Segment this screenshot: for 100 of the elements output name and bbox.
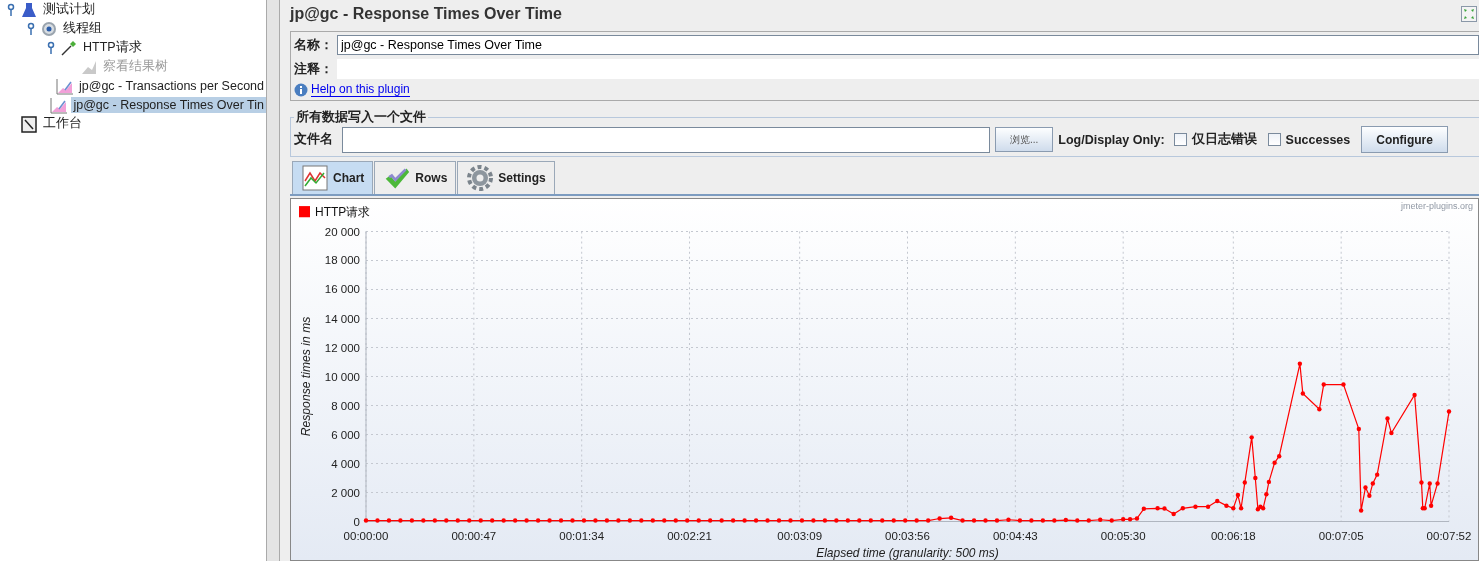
flask-icon <box>20 0 38 19</box>
data-point <box>1427 481 1432 486</box>
group-legend: 所有数据写入一个文件 <box>294 109 428 126</box>
data-point <box>1231 506 1236 511</box>
tree-item[interactable]: 测试计划 <box>41 0 97 19</box>
y-tick-label: 4 000 <box>331 457 360 470</box>
data-point <box>753 518 759 523</box>
data-point <box>1419 480 1424 485</box>
data-point <box>1435 481 1440 486</box>
data-point <box>971 518 977 523</box>
tab[interactable]: Chart <box>292 161 374 194</box>
data-point <box>730 518 736 523</box>
data-point <box>1321 382 1326 387</box>
configure-button[interactable]: Configure <box>1361 126 1448 153</box>
clipboard-icon <box>20 114 38 133</box>
data-point <box>639 518 644 523</box>
data-point <box>1141 506 1147 512</box>
expand-icon[interactable] <box>1461 6 1477 22</box>
data-point <box>811 518 816 523</box>
data-point <box>1052 518 1057 523</box>
tree-item[interactable]: 线程组 <box>61 19 104 38</box>
tree-handle-icon[interactable] <box>5 2 17 17</box>
check-icon <box>384 165 411 191</box>
graph-icon <box>56 76 74 95</box>
data-point <box>398 518 403 523</box>
data-point <box>1358 508 1364 513</box>
data-point <box>524 518 529 523</box>
data-point <box>558 518 564 523</box>
data-point <box>960 518 965 523</box>
data-point <box>535 518 541 523</box>
data-point <box>1006 517 1011 522</box>
data-point <box>616 518 621 523</box>
checkbox-label: 仅日志错误 <box>1191 131 1257 148</box>
data-point <box>1300 391 1306 396</box>
data-point <box>490 518 495 523</box>
data-point <box>799 518 805 523</box>
x-axis-title: Elapsed time (granularity: 500 ms) <box>816 545 999 560</box>
gear-icon <box>40 19 58 38</box>
tree-item[interactable]: jp@gc - Response Times Over Tin <box>71 96 266 113</box>
data-point <box>1238 506 1244 511</box>
data-point <box>1029 518 1034 523</box>
y-tick-label: 16 000 <box>324 283 360 296</box>
data-point <box>444 518 449 523</box>
data-point <box>1389 430 1394 436</box>
data-point <box>891 518 896 523</box>
data-point <box>421 518 426 523</box>
data-point <box>1215 498 1220 504</box>
x-tick-label: 00:07:52 <box>1426 529 1472 542</box>
data-point <box>512 518 518 523</box>
data-point <box>776 518 782 523</box>
data-point <box>1266 479 1272 485</box>
data-point <box>1017 518 1023 523</box>
y-tick-label: 14 000 <box>324 312 360 325</box>
data-point <box>903 518 908 523</box>
data-point <box>685 518 690 523</box>
checkbox[interactable] <box>1173 133 1187 146</box>
tree-item[interactable]: 工作台 <box>41 114 84 133</box>
tree-item[interactable]: jp@gc - Transactions per Second <box>77 77 266 94</box>
data-point <box>1171 511 1176 517</box>
comment-label: 注释： <box>294 60 333 78</box>
data-point <box>1193 504 1198 509</box>
browse-button[interactable]: 浏览... <box>995 127 1054 152</box>
data-point <box>983 518 988 523</box>
data-point <box>593 518 598 523</box>
data-point <box>1098 517 1103 522</box>
data-point <box>363 518 369 523</box>
tab[interactable]: Rows <box>374 161 457 194</box>
tab[interactable]: Settings <box>457 161 555 194</box>
name-field[interactable]: jp@gc - Response Times Over Time <box>337 35 1479 55</box>
data-point <box>581 518 587 523</box>
gear-icon <box>467 165 494 191</box>
data-point <box>1341 382 1346 387</box>
data-point <box>1375 472 1380 477</box>
data-point <box>432 518 438 523</box>
data-point <box>650 518 655 523</box>
data-point <box>1180 506 1186 511</box>
data-point <box>673 518 678 523</box>
info-icon <box>294 82 308 97</box>
checkbox-label: Successes <box>1285 132 1351 147</box>
x-tick-label: 00:00:47 <box>451 529 497 542</box>
data-point <box>375 518 380 523</box>
help-link[interactable]: Help on this plugin <box>311 82 410 97</box>
tree-handle-icon[interactable] <box>45 40 57 55</box>
chart-icon <box>302 165 328 191</box>
data-point <box>547 518 552 523</box>
data-point <box>1109 518 1114 523</box>
data-point <box>604 518 610 523</box>
file-label: 文件名 <box>294 131 333 148</box>
data-point <box>994 518 1000 523</box>
data-point <box>1253 475 1258 481</box>
tree-handle-icon[interactable] <box>25 21 37 36</box>
data-point <box>627 518 633 523</box>
data-point <box>1249 435 1254 440</box>
data-point <box>937 516 942 521</box>
tree-item[interactable]: HTTP请求 <box>81 38 144 57</box>
data-point <box>880 518 885 523</box>
y-tick-label: 20 000 <box>324 225 360 238</box>
legend-label: HTTP请求 <box>315 205 371 220</box>
file-field[interactable] <box>342 126 990 153</box>
checkbox[interactable] <box>1267 133 1281 146</box>
